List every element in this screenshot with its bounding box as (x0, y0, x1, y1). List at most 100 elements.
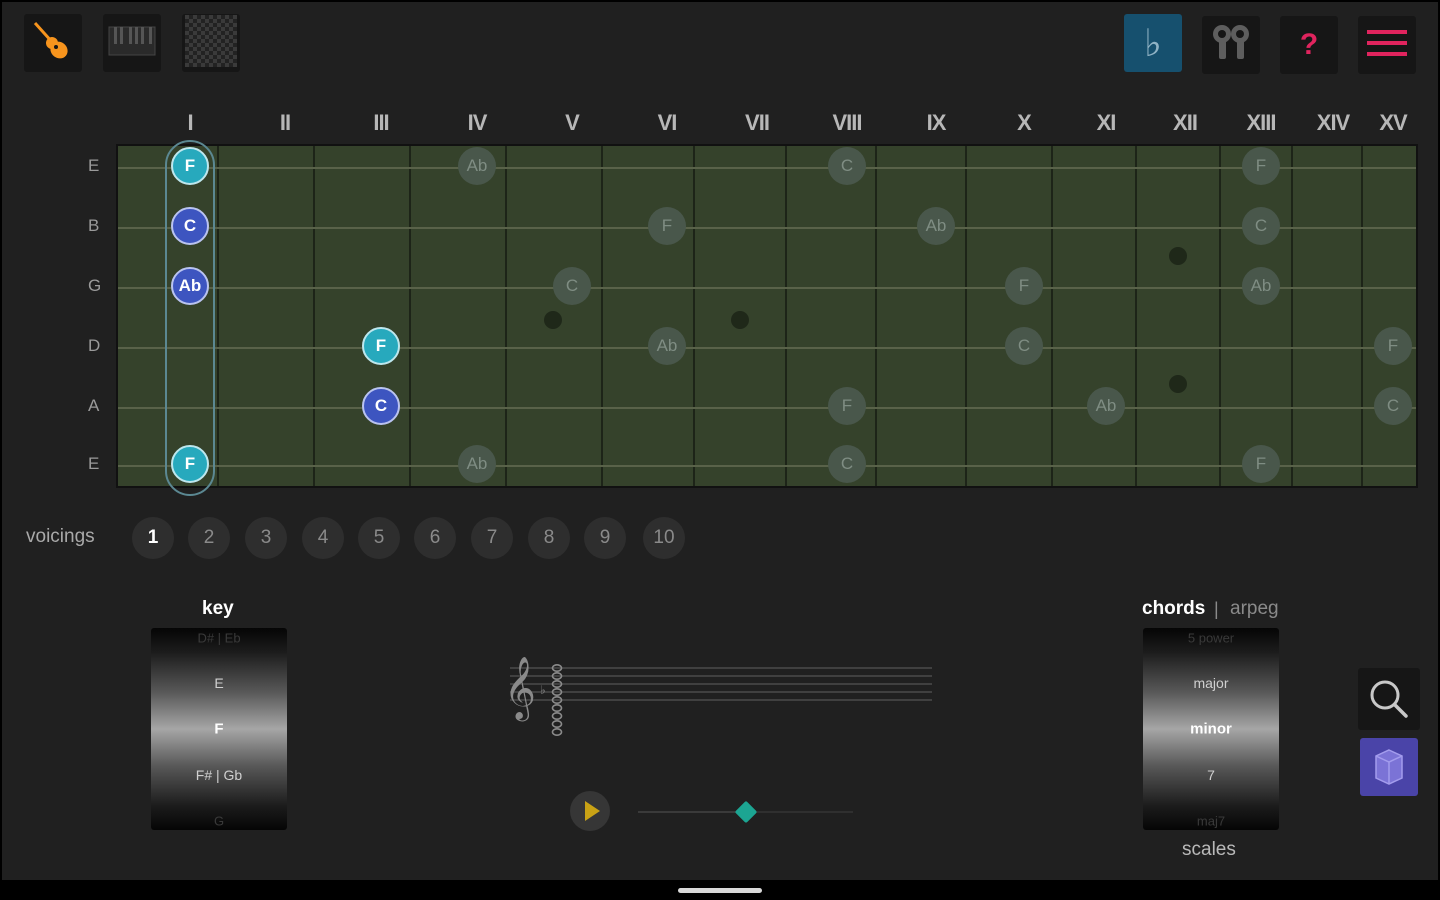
scale-note-marker[interactable]: C (828, 445, 866, 483)
home-indicator[interactable] (678, 888, 762, 893)
chords-tab[interactable]: chords (1142, 598, 1205, 620)
grid-mode-icon (185, 15, 237, 71)
scales-link[interactable]: scales (1182, 839, 1236, 861)
fret-numeral: III (373, 110, 389, 135)
wheel-item[interactable]: maj7 (1143, 814, 1279, 829)
scale-note-marker[interactable]: Ab (648, 327, 686, 365)
wheel-item[interactable]: F# | Gb (151, 767, 287, 783)
voicings-label: voicings (26, 526, 95, 547)
fret-wire (505, 146, 507, 486)
chord-note-marker[interactable]: F (362, 327, 400, 365)
wheel-item[interactable]: 7 (1143, 767, 1279, 783)
guitar-string (118, 227, 1416, 229)
voicing-button[interactable]: 8 (528, 517, 570, 559)
wheel-item[interactable]: minor (1143, 721, 1279, 738)
guitar-mode-button[interactable] (24, 14, 82, 72)
wheel-item[interactable]: major (1143, 675, 1279, 691)
key-picker[interactable]: D# | Eb E F F# | Gb G (151, 628, 287, 830)
scale-note-marker[interactable]: Ab (1242, 267, 1280, 305)
fret-wire (785, 146, 787, 486)
chord-type-picker[interactable]: 5 power major minor 7 maj7 (1143, 628, 1279, 830)
flat-accidental-icon: ♭ (540, 683, 546, 697)
scale-note-marker[interactable]: F (648, 207, 686, 245)
scale-note-marker[interactable]: F (1242, 147, 1280, 185)
treble-clef-icon: 𝄞 (504, 656, 536, 722)
scale-note-marker[interactable]: Ab (458, 147, 496, 185)
chord-note-marker[interactable]: F (171, 445, 209, 483)
voicing-button[interactable]: 5 (358, 517, 400, 559)
string-label: E (88, 454, 100, 473)
scale-note-marker[interactable]: F (1005, 267, 1043, 305)
piano-mode-icon (108, 26, 156, 60)
tuning-button[interactable] (1202, 16, 1260, 74)
fret-numerals: I II III IV V VI VII VIII IX X XI XII XIII XIV XV (2, 110, 1438, 140)
fret-wire (1291, 146, 1293, 486)
scale-note-marker[interactable]: C (1242, 207, 1280, 245)
scale-note-marker[interactable]: C (828, 147, 866, 185)
fret-numeral: IV (467, 110, 488, 135)
scale-note-marker[interactable]: C (1005, 327, 1043, 365)
scale-note-marker[interactable]: C (553, 267, 591, 305)
piano-mode-button[interactable] (103, 14, 161, 72)
scale-note-marker[interactable]: Ab (917, 207, 955, 245)
string-label: B (88, 216, 100, 235)
fretboard[interactable] (116, 144, 1418, 488)
fret-wire (1135, 146, 1137, 486)
wheel-item[interactable]: E (151, 675, 287, 691)
search-button[interactable] (1358, 668, 1420, 730)
voicing-button[interactable]: 6 (414, 517, 456, 559)
key-title: key (202, 598, 234, 619)
play-icon (585, 801, 600, 821)
slider-knob[interactable] (734, 800, 757, 824)
voicing-button[interactable]: 10 (643, 517, 685, 559)
flat-sharp-toggle-button[interactable]: ♭ (1124, 14, 1182, 72)
scale-note-marker[interactable]: F (828, 387, 866, 425)
scale-note-marker[interactable]: Ab (458, 445, 496, 483)
flat-sharp-toggle-icon: ♭ (1144, 21, 1162, 65)
scale-note-marker[interactable]: Ab (1087, 387, 1125, 425)
scale-note-marker[interactable]: F (1242, 445, 1280, 483)
fret-numeral: VIII (832, 110, 862, 135)
chord-note-marker[interactable]: C (362, 387, 400, 425)
wheel-item[interactable]: 5 power (1143, 631, 1279, 646)
fret-numeral: IX (926, 110, 947, 135)
voicing-button[interactable]: 3 (245, 517, 287, 559)
guitar-string (118, 167, 1416, 169)
fret-wire (693, 146, 695, 486)
string-label: G (88, 276, 102, 295)
scale-note-marker[interactable]: C (1374, 387, 1412, 425)
chord-note-marker[interactable]: C (171, 207, 209, 245)
menu-button[interactable] (1358, 16, 1416, 74)
voicing-button[interactable]: 7 (471, 517, 513, 559)
fret-wire (217, 146, 219, 486)
wheel-item[interactable]: D# | Eb (151, 631, 287, 646)
chord-note-marker[interactable]: Ab (171, 267, 209, 305)
help-button[interactable]: ? (1280, 16, 1338, 74)
scale-note-marker[interactable]: F (1374, 327, 1412, 365)
fret-numeral: V (565, 110, 580, 135)
cube-3d-button[interactable] (1360, 738, 1418, 796)
chords-separator: | (1214, 599, 1219, 619)
fret-numeral: XIV (1316, 110, 1350, 135)
tempo-slider[interactable] (638, 800, 853, 824)
wheel-item[interactable]: G (151, 814, 287, 829)
search-icon (1370, 680, 1408, 718)
guitar-string (118, 287, 1416, 289)
voicing-button[interactable]: 1 (132, 517, 174, 559)
voicing-button[interactable]: 2 (188, 517, 230, 559)
fret-numeral: XIII (1246, 110, 1276, 135)
fret-wire (601, 146, 603, 486)
arpeg-tab[interactable]: arpeg (1230, 598, 1279, 620)
guitar-mode-icon (29, 17, 77, 69)
fret-numeral: XV (1379, 110, 1407, 135)
string-label: A (88, 396, 100, 415)
fret-wire (1219, 146, 1221, 486)
grid-mode-button[interactable] (182, 14, 240, 72)
voicing-outline (165, 140, 215, 496)
play-button[interactable] (570, 791, 610, 831)
voicing-button[interactable]: 9 (584, 517, 626, 559)
voicing-button[interactable]: 4 (302, 517, 344, 559)
wheel-item[interactable]: F (151, 721, 287, 738)
cube-icon (1375, 749, 1403, 785)
chord-note-marker[interactable]: F (171, 147, 209, 185)
